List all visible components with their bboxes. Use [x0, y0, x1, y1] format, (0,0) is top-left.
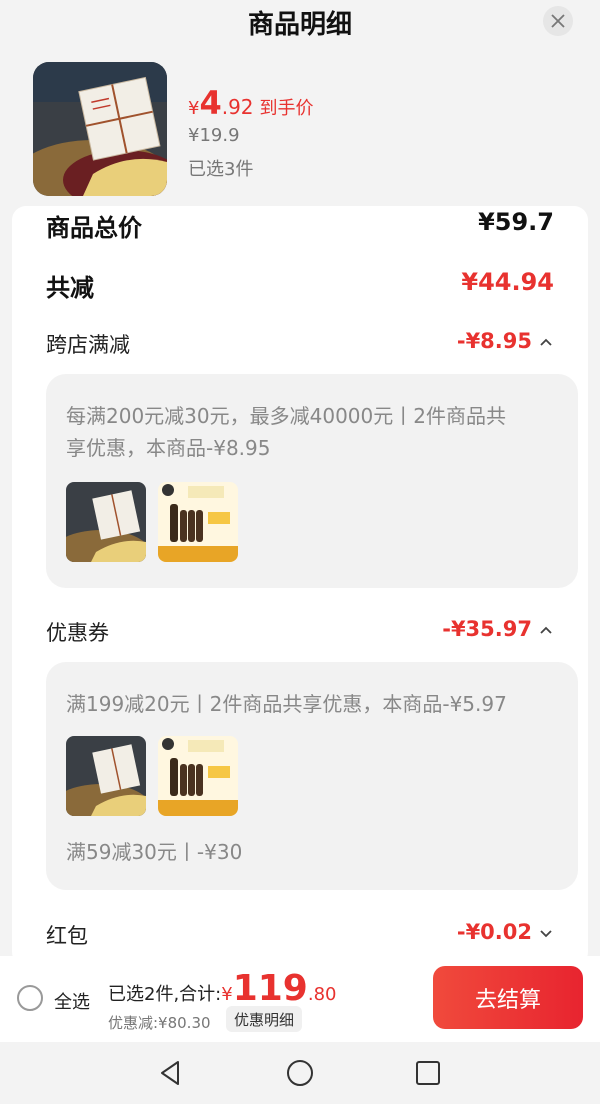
final-price: ¥4.92 到手价	[188, 84, 314, 122]
header: 商品明细	[0, 0, 600, 48]
checkout-bar: 全选 已选2件,合计:¥119.80 优惠减:¥80.30 优惠明细 去结算	[0, 956, 600, 1042]
original-price: ¥19.9	[188, 125, 240, 146]
select-all-label[interactable]: 全选	[54, 988, 90, 1014]
coupon-label: 优惠券	[46, 621, 109, 645]
cross-store-detail: 每满200元减30元，最多减40000元丨2件商品共 享优惠，本商品-¥8.95	[46, 374, 578, 588]
chevron-up-icon[interactable]	[538, 334, 554, 350]
coupon-value[interactable]: -¥35.97	[442, 617, 532, 641]
detail-panel: 商品总价 ¥59.7 共减 ¥44.94 跨店满减 -¥8.95 每满200元减…	[12, 206, 588, 966]
item-thumb-tea	[66, 736, 146, 816]
select-all-checkbox[interactable]	[17, 985, 43, 1011]
red-packet-value[interactable]: -¥0.02	[457, 920, 532, 944]
nav-back-icon[interactable]	[156, 1058, 186, 1088]
reduce-value: ¥44.94	[461, 268, 554, 296]
cross-store-label: 跨店满减	[46, 333, 130, 357]
discount-detail-button[interactable]: 优惠明细	[226, 1006, 303, 1032]
red-packet-label: 红包	[46, 924, 88, 948]
coupon-rule-1: 满199减20元丨2件商品共享优惠，本商品-¥5.97	[66, 692, 507, 716]
total-price-label: 商品总价	[46, 214, 142, 242]
nav-recents-icon[interactable]	[413, 1058, 443, 1088]
checkout-button[interactable]: 去结算	[433, 966, 583, 1029]
chevron-down-icon[interactable]	[538, 925, 554, 941]
total-price-value: ¥59.7	[478, 208, 554, 236]
selected-quantity: 已选3件	[188, 159, 254, 180]
system-nav-bar	[0, 1042, 600, 1104]
item-thumb-beer	[158, 482, 238, 562]
page-title: 商品明细	[247, 10, 352, 40]
item-thumb-tea	[66, 482, 146, 562]
product-image	[33, 62, 167, 196]
discount-amount: 优惠减:¥80.30	[108, 1014, 211, 1032]
item-thumb-beer	[158, 736, 238, 816]
close-button[interactable]	[543, 6, 573, 36]
coupon-rule-2: 满59减30元丨-¥30	[66, 840, 243, 864]
cross-store-rule-line2: 享优惠，本商品-¥8.95	[66, 436, 271, 460]
nav-home-icon[interactable]	[285, 1058, 315, 1088]
reduce-label: 共减	[46, 274, 94, 302]
close-icon	[551, 14, 565, 28]
page: 商品明细 ¥4.92 到手价 ¥19.9 已选3件 商品总价 ¥59.7 共减 …	[0, 0, 600, 1104]
cross-store-value[interactable]: -¥8.95	[457, 329, 532, 353]
coupon-detail: 满199减20元丨2件商品共享优惠，本商品-¥5.97 满59减30元丨-¥30	[46, 662, 578, 890]
chevron-up-icon[interactable]	[538, 622, 554, 638]
selected-summary: 已选2件,合计:¥119.80	[108, 968, 337, 1009]
cross-store-rule-line1: 每满200元减30元，最多减40000元丨2件商品共	[66, 404, 506, 428]
